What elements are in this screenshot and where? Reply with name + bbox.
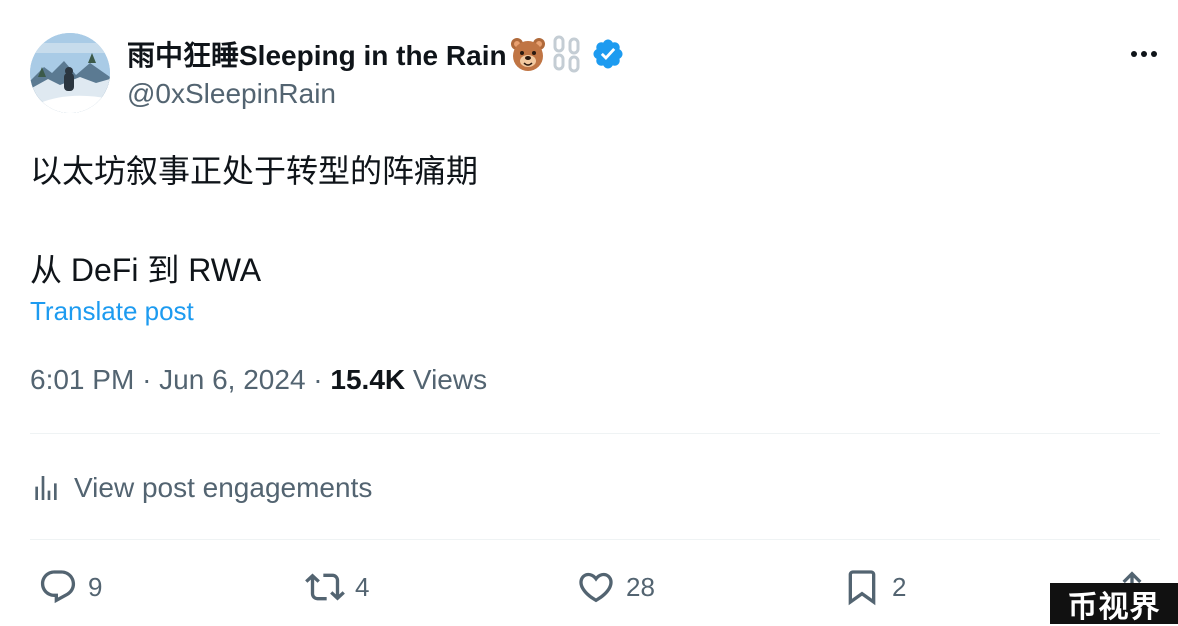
more-options-icon[interactable] (1124, 42, 1164, 66)
post-text-line-2: 从 DeFi 到 RWA (30, 252, 262, 288)
view-engagements-label: View post engagements (74, 472, 373, 503)
analytics-icon (35, 476, 57, 500)
divider (30, 539, 1160, 540)
bear-emoji-icon (510, 38, 545, 71)
meta-separator: · (142, 364, 152, 395)
like-button[interactable]: 28 (576, 566, 655, 608)
divider (30, 433, 1160, 434)
reply-button[interactable]: 9 (38, 566, 102, 608)
repost-button[interactable]: 4 (305, 566, 369, 608)
avatar-image (30, 33, 110, 113)
post-date[interactable]: Jun 6, 2024 (159, 364, 305, 395)
views-count: 15.4K (330, 364, 406, 395)
verified-badge-icon[interactable] (591, 37, 625, 71)
reply-count: 9 (88, 571, 103, 602)
watermark: 币视界 (1050, 583, 1178, 624)
reply-icon (40, 570, 76, 604)
bookmark-button[interactable]: 2 (842, 566, 906, 608)
like-count: 28 (626, 571, 655, 602)
bookmark-icon (848, 570, 876, 606)
repost-icon (305, 573, 345, 601)
repost-count: 4 (355, 571, 370, 602)
heart-icon (579, 572, 613, 603)
post-text-line-1: 以太坊叙事正处于转型的阵痛期 (30, 153, 479, 189)
views-label: Views (412, 364, 488, 395)
translate-post-link[interactable]: Translate post (30, 296, 194, 327)
view-engagements-button[interactable]: View post engagements (30, 470, 372, 506)
meta-separator: · (313, 364, 323, 395)
bookmark-count: 2 (892, 571, 907, 602)
author-name-row: 雨中狂睡Sleeping in the Rain (127, 34, 625, 74)
chain-emoji-icon (553, 35, 580, 73)
display-name[interactable]: 雨中狂睡Sleeping in the Rain (127, 34, 507, 74)
post-meta: 6:01 PM · Jun 6, 2024 · 15.4K Views (30, 364, 487, 396)
avatar[interactable] (30, 33, 110, 113)
post-time[interactable]: 6:01 PM (30, 364, 134, 395)
author-handle[interactable]: @0xSleepinRain (127, 78, 336, 110)
